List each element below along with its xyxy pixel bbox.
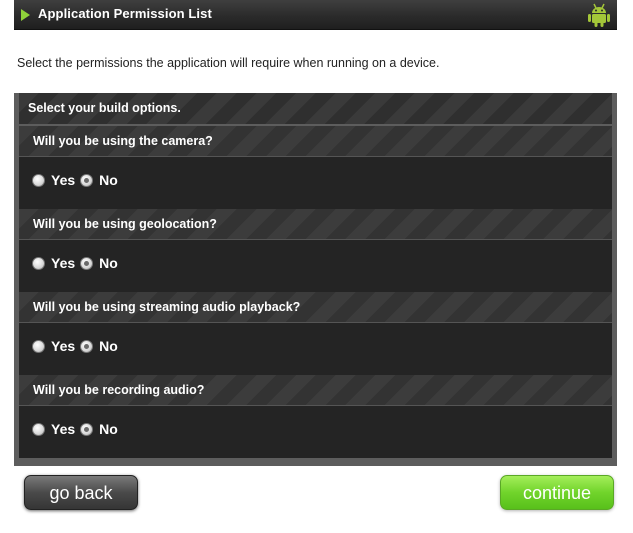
- question-streaming-audio: Will you be using streaming audio playba…: [19, 292, 612, 375]
- recording-audio-options: Yes No: [32, 419, 123, 439]
- recording-audio-no-radio[interactable]: [80, 422, 94, 436]
- question-geolocation: Will you be using geolocation? Yes No: [19, 209, 612, 292]
- yes-label: Yes: [51, 172, 76, 188]
- question-header: Will you be recording audio?: [19, 375, 612, 406]
- geolocation-options: Yes No: [32, 253, 123, 273]
- build-options-panel: Select your build options. Will you be u…: [14, 93, 617, 466]
- panel-header: Select your build options.: [19, 93, 612, 124]
- camera-yes-radio[interactable]: [32, 173, 45, 187]
- no-label: No: [99, 421, 118, 437]
- question-header: Will you be using streaming audio playba…: [19, 292, 612, 323]
- camera-options: Yes No: [32, 170, 123, 190]
- yes-label: Yes: [51, 421, 76, 437]
- no-label: No: [99, 172, 118, 188]
- streaming-audio-no-radio[interactable]: [80, 339, 94, 353]
- no-label: No: [99, 338, 118, 354]
- panel-heading: Select your build options.: [28, 101, 181, 115]
- question-header: Will you be using geolocation?: [19, 209, 612, 240]
- recording-audio-yes-radio[interactable]: [32, 422, 45, 436]
- yes-label: Yes: [51, 338, 76, 354]
- page-description: Select the permissions the application w…: [17, 56, 440, 70]
- continue-button[interactable]: continue: [500, 475, 614, 510]
- question-header: Will you be using the camera?: [19, 126, 612, 157]
- streaming-audio-options: Yes No: [32, 336, 123, 356]
- title-bar: Application Permission List: [14, 0, 617, 30]
- camera-no-radio[interactable]: [80, 173, 94, 187]
- geolocation-yes-radio[interactable]: [32, 256, 45, 270]
- page-title: Application Permission List: [38, 6, 212, 21]
- go-back-button[interactable]: go back: [24, 475, 138, 510]
- streaming-audio-yes-radio[interactable]: [32, 339, 45, 353]
- android-icon: [588, 3, 610, 27]
- geolocation-no-radio[interactable]: [80, 256, 94, 270]
- yes-label: Yes: [51, 255, 76, 271]
- question-camera: Will you be using the camera? Yes No: [19, 126, 612, 209]
- question-label: Will you be using the camera?: [33, 134, 213, 148]
- no-label: No: [99, 255, 118, 271]
- question-recording-audio: Will you be recording audio? Yes No: [19, 375, 612, 458]
- question-label: Will you be recording audio?: [33, 383, 205, 397]
- play-arrow-icon: [21, 9, 30, 21]
- question-label: Will you be using geolocation?: [33, 217, 217, 231]
- question-label: Will you be using streaming audio playba…: [33, 300, 301, 314]
